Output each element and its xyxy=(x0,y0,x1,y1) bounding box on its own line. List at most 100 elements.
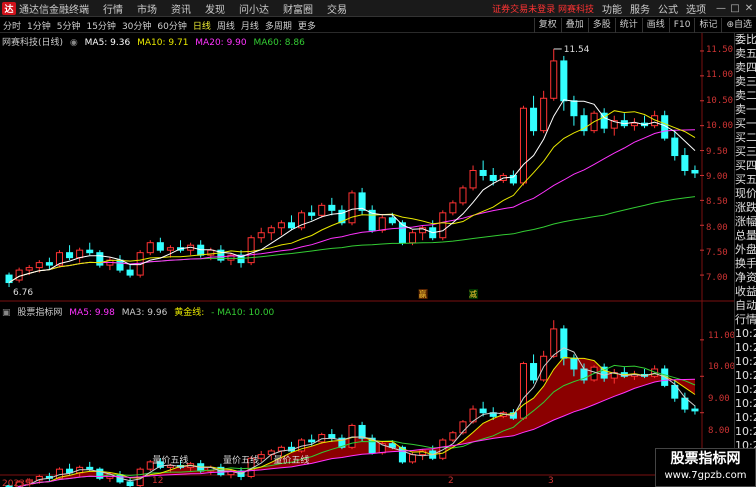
quote-field[interactable]: 卖一 xyxy=(735,103,756,117)
quote-field[interactable]: 总量 xyxy=(735,229,756,243)
quote-field[interactable]: 行情 xyxy=(735,313,756,327)
quote-field[interactable]: 委比 xyxy=(735,33,756,47)
menu-wealth[interactable]: 财富圈 xyxy=(283,1,313,16)
menu-ask[interactable]: 问小达 xyxy=(239,1,269,16)
quote-field[interactable]: 10:27 xyxy=(735,327,756,341)
candle-body xyxy=(247,237,255,264)
candle-body xyxy=(439,212,447,239)
quote-field[interactable]: 买五 xyxy=(735,173,756,187)
candle-body xyxy=(318,204,326,216)
candle-body xyxy=(530,107,538,132)
price-axis-label: 9.50 xyxy=(706,147,728,157)
quote-field[interactable]: 收益 xyxy=(735,285,756,299)
quote-field[interactable]: 买四 xyxy=(735,159,756,173)
quote-field[interactable]: 涨幅 xyxy=(735,215,756,229)
quote-field[interactable]: 涨跌 xyxy=(735,201,756,215)
quote-field[interactable]: 买一 xyxy=(735,117,756,131)
menu-discover[interactable]: 发现 xyxy=(205,1,225,16)
sub-candle-body xyxy=(691,408,699,412)
sub-ma10-label: - MA10: 10.00 xyxy=(211,308,275,318)
period-5min[interactable]: 5分钟 xyxy=(57,19,81,32)
menu-services[interactable]: 服务 xyxy=(630,1,650,16)
candle-body xyxy=(15,269,23,281)
period-30min[interactable]: 30分钟 xyxy=(122,19,151,32)
quote-field[interactable]: 卖四 xyxy=(735,61,756,75)
candle-body xyxy=(630,122,638,127)
tool-draw[interactable]: 画线 xyxy=(641,17,669,33)
price-axis-label: 11.50 xyxy=(706,45,734,55)
quote-field[interactable]: 卖三 xyxy=(735,75,756,89)
chart-canvas[interactable]: 11.54 6.76 赢 减量价五线 量价五线 量价五线 xyxy=(0,33,734,487)
quote-field[interactable]: 10:27 xyxy=(735,355,756,369)
period-multi[interactable]: 多周期 xyxy=(265,19,292,32)
candle-body xyxy=(550,60,558,99)
candle-body xyxy=(116,259,124,271)
tool-multi-stock[interactable]: 多股 xyxy=(587,17,615,33)
high-mark-label: 11.54 xyxy=(564,45,590,55)
menu-quotes[interactable]: 行情 xyxy=(103,1,123,16)
candle-body xyxy=(519,107,528,184)
menu-functions[interactable]: 功能 xyxy=(602,1,622,16)
tool-mark[interactable]: 标记 xyxy=(694,17,721,33)
quote-field[interactable]: 换手 xyxy=(735,257,756,271)
quote-field[interactable]: 净资 xyxy=(735,271,756,285)
login-status[interactable]: 证券交易未登录 网赛科技 xyxy=(492,2,594,15)
quote-field[interactable]: 卖五 xyxy=(735,47,756,61)
quote-field[interactable]: 买二 xyxy=(735,131,756,145)
close-button[interactable]: ✕ xyxy=(742,3,756,14)
sub-candle-body xyxy=(257,454,265,459)
quote-field[interactable]: 10:27 xyxy=(735,397,756,411)
candle-body xyxy=(35,262,43,269)
quote-field[interactable]: 自动 xyxy=(735,299,756,313)
period-15min[interactable]: 15分钟 xyxy=(86,19,115,32)
candle-body xyxy=(126,269,134,276)
date-label: 2023年 xyxy=(2,479,34,487)
quote-field[interactable]: 外盘 xyxy=(735,243,756,257)
menu-formula[interactable]: 公式 xyxy=(658,1,678,16)
sub-candle-body xyxy=(126,481,134,487)
period-60min[interactable]: 60分钟 xyxy=(157,19,186,32)
candle-body xyxy=(25,267,33,271)
quote-field[interactable]: 10:27 xyxy=(735,369,756,383)
candle-body xyxy=(166,247,174,251)
menu-trade[interactable]: 交易 xyxy=(327,1,347,16)
period-weekly[interactable]: 周线 xyxy=(217,19,235,32)
period-more[interactable]: 更多 xyxy=(298,19,316,32)
quote-field[interactable]: 卖二 xyxy=(735,89,756,103)
candle-body xyxy=(459,187,467,204)
sub-axis-label: 10.00 xyxy=(708,362,736,372)
date-label: 3 xyxy=(548,476,554,486)
tool-stats[interactable]: 统计 xyxy=(614,17,642,33)
settings-icon[interactable]: ◉ xyxy=(70,38,78,48)
minimize-button[interactable]: — xyxy=(714,3,728,14)
period-minute[interactable]: 分时 xyxy=(3,19,21,32)
candle-body xyxy=(328,204,336,211)
tool-add-watchlist[interactable]: ⊕自选 xyxy=(721,17,756,33)
quote-field[interactable]: 买三 xyxy=(735,145,756,159)
sub-axis-label: 9.00 xyxy=(708,394,730,404)
menu-news[interactable]: 资讯 xyxy=(171,1,191,16)
quote-field[interactable]: 10:27 xyxy=(735,341,756,355)
candle-body xyxy=(671,137,679,157)
quote-field[interactable]: 10:27 xyxy=(735,383,756,397)
menu-options[interactable]: 选项 xyxy=(686,1,706,16)
tool-f10[interactable]: F10 xyxy=(668,17,695,33)
tool-adjust[interactable]: 复权 xyxy=(533,17,561,33)
candle-body xyxy=(267,227,275,234)
menu-market[interactable]: 市场 xyxy=(137,1,157,16)
quote-field[interactable]: 10:27 xyxy=(735,425,756,439)
period-toolbar: 分时 1分钟 5分钟 15分钟 30分钟 60分钟 日线 周线 月线 多周期 更… xyxy=(0,17,756,33)
period-daily[interactable]: 日线 xyxy=(193,19,211,32)
sub-candle-body xyxy=(439,439,447,459)
sub-candle-body xyxy=(408,454,417,463)
maximize-button[interactable]: □ xyxy=(728,3,742,14)
tool-overlay[interactable]: 叠加 xyxy=(560,17,588,33)
quote-field[interactable]: 10:27 xyxy=(735,411,756,425)
candle-body xyxy=(86,249,94,254)
period-monthly[interactable]: 月线 xyxy=(241,19,259,32)
quote-field[interactable]: 现价 xyxy=(735,187,756,201)
indicator-icon[interactable]: ▣ xyxy=(2,308,11,318)
candle-body xyxy=(479,169,487,176)
price-axis-label: 11.00 xyxy=(706,70,734,80)
period-1min[interactable]: 1分钟 xyxy=(27,19,51,32)
